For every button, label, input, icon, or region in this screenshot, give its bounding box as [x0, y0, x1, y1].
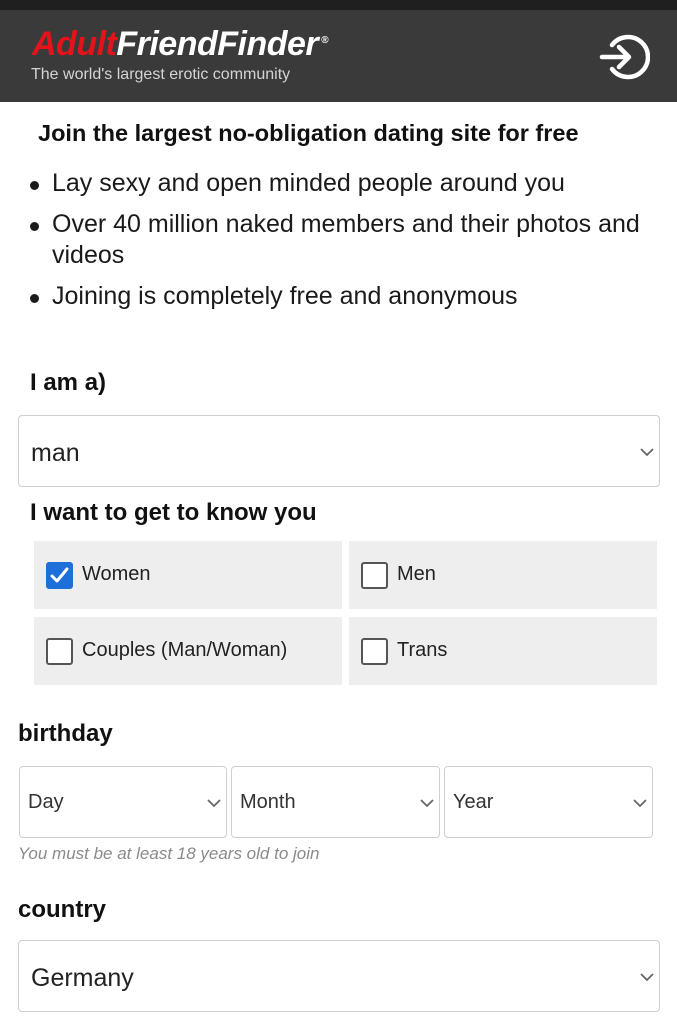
seeking-option-men[interactable]: Men — [349, 541, 657, 609]
seeking-option-label: Men — [397, 563, 436, 585]
logo-registered-mark: ® — [321, 35, 329, 46]
checkbox-unchecked[interactable] — [361, 562, 388, 589]
benefit-item: Joining is completely free and anonymous — [26, 281, 646, 312]
benefit-item: Over 40 million naked members and their … — [26, 209, 646, 271]
bullet-icon — [30, 294, 39, 303]
checkbox-unchecked[interactable] — [361, 638, 388, 665]
benefit-text: Joining is completely free and anonymous — [52, 282, 518, 310]
benefits-list: Lay sexy and open minded people around y… — [26, 168, 646, 322]
day-select-value: Day — [28, 791, 64, 813]
gender-label: I am a) — [30, 369, 107, 396]
bullet-icon — [30, 181, 39, 190]
country-select[interactable]: Germany — [18, 940, 660, 1012]
sign-in-icon — [599, 34, 651, 80]
gender-select[interactable]: man — [18, 415, 660, 487]
seeking-option-label: Couples (Man/Woman) — [82, 639, 288, 661]
status-strip — [0, 0, 677, 10]
seeking-label: I want to get to know you — [30, 499, 317, 526]
month-select-value: Month — [240, 791, 296, 813]
year-select-value: Year — [453, 791, 494, 813]
gender-select-value: man — [31, 439, 80, 467]
birthday-month-select[interactable]: Month — [231, 766, 440, 838]
checkbox-checked[interactable] — [46, 562, 73, 589]
checkbox-unchecked[interactable] — [46, 638, 73, 665]
chevron-down-icon — [420, 799, 434, 808]
chevron-down-icon — [640, 448, 654, 457]
birthday-year-select[interactable]: Year — [444, 766, 653, 838]
checkmark-icon — [50, 567, 69, 583]
site-header: AdultFriendFinder ® The world's largest e… — [0, 10, 677, 102]
age-requirement-hint: You must be at least 18 years old to joi… — [18, 844, 320, 863]
country-select-value: Germany — [31, 964, 134, 992]
bullet-icon — [30, 222, 39, 231]
page-headline: Join the largest no-obligation dating si… — [38, 120, 579, 146]
site-tagline: The world's largest erotic community — [31, 66, 291, 83]
birthday-day-select[interactable]: Day — [19, 766, 227, 838]
seeking-option-label: Trans — [397, 639, 448, 661]
site-logo[interactable]: AdultFriendFinder ® — [32, 25, 329, 63]
seeking-option-label: Women — [82, 563, 151, 585]
seeking-option-women[interactable]: Women — [34, 541, 342, 609]
birthday-label: birthday — [18, 720, 113, 747]
benefit-item: Lay sexy and open minded people around y… — [26, 168, 646, 199]
seeking-option-couples[interactable]: Couples (Man/Woman) — [34, 617, 342, 685]
benefit-text: Over 40 million naked members and their … — [52, 210, 640, 269]
chevron-down-icon — [640, 973, 654, 982]
benefit-text: Lay sexy and open minded people around y… — [52, 169, 565, 197]
logo-adult-text: Adult — [32, 25, 117, 63]
chevron-down-icon — [207, 799, 221, 808]
seeking-option-trans[interactable]: Trans — [349, 617, 657, 685]
logo-friendfinder-text: FriendFinder — [116, 25, 319, 63]
login-button[interactable] — [598, 33, 651, 81]
country-label: country — [18, 896, 107, 923]
chevron-down-icon — [633, 799, 647, 808]
